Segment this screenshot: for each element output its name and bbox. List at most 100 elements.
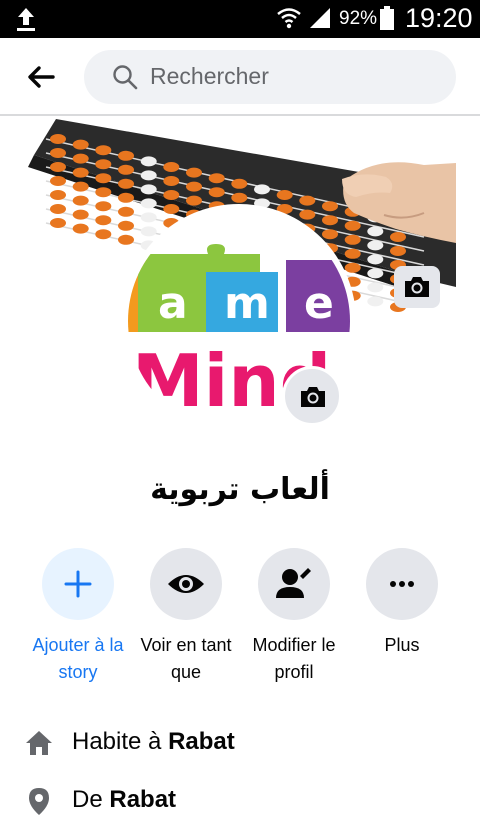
edit-profile-icon	[276, 568, 311, 598]
more-label: Plus	[384, 635, 420, 655]
more-circle[interactable]	[366, 548, 438, 620]
status-bar: 92% 19:20	[0, 0, 480, 38]
abacus-bead	[367, 240, 384, 251]
abacus-bead	[299, 195, 316, 206]
abacus-bead	[72, 195, 89, 206]
wifi-icon	[277, 8, 301, 29]
abacus-bead	[50, 218, 66, 228]
abacus-bead	[163, 176, 180, 186]
abacus-bead	[163, 162, 180, 172]
abacus-bead	[186, 167, 202, 178]
abacus-bead	[390, 246, 406, 256]
edit-profile-button[interactable]: Modifier le profil	[239, 548, 349, 686]
abacus-bead	[118, 234, 134, 245]
abacus-bead	[367, 282, 384, 293]
abacus-bead	[299, 209, 316, 220]
abacus-bead	[163, 190, 180, 200]
abacus-bead	[72, 139, 89, 150]
abacus-bead	[50, 190, 66, 200]
top-bar: Rechercher	[0, 38, 480, 116]
location-pin-icon	[29, 788, 49, 815]
eye-icon	[168, 575, 204, 593]
abacus-bead	[95, 229, 112, 240]
abacus-bead	[140, 198, 157, 209]
abacus-bead	[50, 204, 66, 214]
info-row-lives-in: Habite à Rabat	[24, 722, 464, 762]
abacus-bead	[186, 195, 202, 206]
abacus-bead	[367, 296, 384, 307]
edit-profile-label: Modifier le profil	[252, 635, 336, 682]
abacus-bead	[322, 215, 338, 226]
clock: 19:20	[405, 3, 473, 33]
abacus-bead	[118, 206, 134, 217]
info-row-from: De Rabat	[24, 780, 464, 820]
search-icon	[113, 65, 138, 90]
abacus-bead	[118, 192, 134, 203]
profile-actions: Ajouter à la story Voir en tant que Modi…	[0, 548, 480, 688]
abacus-bead	[367, 268, 384, 279]
abacus-bead	[322, 229, 338, 240]
plus-icon	[64, 570, 92, 598]
abacus-bead	[276, 190, 293, 200]
view-as-label: Voir en tant que	[140, 635, 232, 682]
abacus-bead	[50, 148, 66, 158]
abacus-bead	[50, 176, 66, 186]
abacus-bead	[254, 184, 270, 195]
abacus-bead	[344, 262, 361, 273]
abacus-bead	[231, 192, 248, 203]
abacus-bead	[322, 201, 338, 212]
abacus-bead	[72, 167, 89, 178]
abacus-bead	[140, 212, 157, 223]
view-as-button[interactable]: Voir en tant que	[131, 548, 241, 686]
abacus-bead	[72, 153, 89, 164]
edit-avatar-camera-button[interactable]	[282, 366, 342, 426]
home-icon	[26, 731, 52, 755]
search-input[interactable]: Rechercher	[84, 50, 456, 104]
abacus-bead	[118, 220, 134, 231]
camera-icon	[405, 277, 429, 297]
abacus-bead	[367, 254, 384, 265]
battery-icon	[380, 6, 394, 30]
abacus-bead	[95, 187, 112, 198]
edit-cover-camera-button[interactable]	[394, 266, 440, 308]
abacus-bead	[208, 187, 225, 198]
abacus-bead	[390, 232, 406, 242]
upload-icon	[17, 8, 35, 31]
lives-in-city[interactable]: Rabat	[168, 728, 235, 755]
more-button[interactable]: Plus	[347, 548, 457, 659]
abacus-bead	[186, 181, 202, 192]
abacus-bead	[95, 145, 112, 156]
logo-letter-m: m	[224, 278, 270, 329]
abacus-bead	[95, 201, 112, 212]
abacus-bead	[95, 173, 112, 184]
from-text: De Rabat	[72, 786, 176, 814]
lives-in-text: Habite à Rabat	[72, 728, 235, 756]
abacus-bead	[118, 150, 134, 161]
search-placeholder: Rechercher	[150, 63, 269, 89]
abacus-bead	[367, 226, 384, 237]
abacus-bead	[72, 223, 89, 234]
abacus-bead	[72, 181, 89, 192]
abacus-bead	[140, 226, 157, 237]
abacus-bead	[72, 209, 89, 220]
abacus-bead	[140, 184, 157, 195]
camera-icon	[301, 387, 325, 407]
add-story-circle[interactable]	[42, 548, 114, 620]
add-story-button[interactable]: Ajouter à la story	[23, 548, 133, 686]
signal-icon	[310, 8, 330, 28]
lives-in-prefix: Habite à	[72, 728, 162, 755]
abacus-bead	[118, 164, 134, 175]
abacus-bead	[50, 162, 66, 172]
abacus-bead	[208, 173, 225, 184]
abacus-bead	[231, 178, 248, 189]
view-as-circle[interactable]	[150, 548, 222, 620]
abacus-bead	[140, 156, 157, 167]
abacus-bead	[95, 215, 112, 226]
back-arrow-icon[interactable]	[26, 62, 56, 92]
battery-percent: 92%	[339, 8, 378, 29]
abacus-bead	[344, 220, 361, 231]
edit-profile-circle[interactable]	[258, 548, 330, 620]
abacus-bead	[140, 170, 157, 181]
abacus-bead	[95, 159, 112, 170]
logo-letter-a: a	[158, 278, 188, 329]
